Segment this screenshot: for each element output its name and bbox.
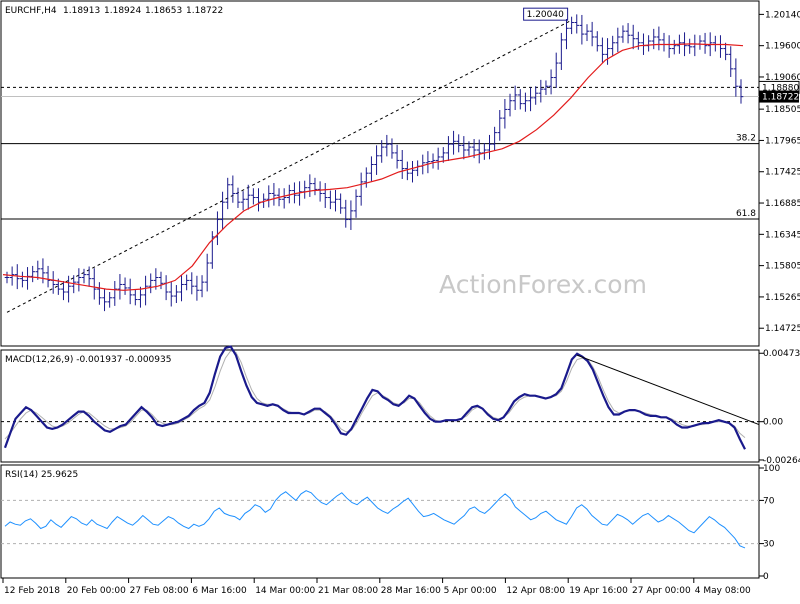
time-tick-label: 28 Mar 16:00 [381, 586, 441, 596]
price-tick-label: 1.16885 [765, 199, 800, 209]
price-tick-label: 1.15265 [765, 293, 800, 303]
macd-label: MACD(12,26,9) -0.001937 -0.000935 [5, 355, 171, 365]
price-tick-label: 1.17425 [765, 168, 800, 178]
macd-tick-label: 0.004733 [763, 349, 800, 359]
time-tick-label: 6 Mar 16:00 [192, 586, 247, 596]
watermark: ActionForex.com [439, 270, 647, 299]
time-tick-label: 20 Feb 00:00 [67, 586, 126, 596]
price-tick-label: 1.15805 [765, 262, 800, 272]
chart-canvas: EURCHF,H4 1.18913 1.18924 1.18653 1.1872… [0, 0, 800, 600]
price-tick-label: 1.19600 [765, 42, 800, 52]
time-tick-label: 4 May 08:00 [695, 586, 751, 596]
price-tick-label: 1.16345 [765, 230, 800, 240]
time-tick-label: 5 Apr 00:00 [444, 586, 497, 596]
rsi-label: RSI(14) 25.9625 [5, 470, 78, 480]
macd-tick-label: 0.00 [763, 418, 783, 428]
price-header-open: 1.18913 [63, 6, 100, 16]
time-tick-label: 12 Apr 08:00 [506, 586, 565, 596]
rsi-tick-label: 0 [763, 572, 769, 582]
rsi-tick-label: 70 [763, 496, 775, 506]
price-header-low: 1.18653 [145, 6, 182, 16]
price-tick-label: 1.18505 [765, 105, 800, 115]
fib-level-label: 61.8 [736, 209, 756, 219]
time-tick-label: 27 Apr 00:00 [632, 586, 691, 596]
eurchf-h4-chart: EURCHF,H4 1.18913 1.18924 1.18653 1.1872… [0, 0, 800, 600]
price-header-close: 1.18722 [186, 6, 223, 16]
time-tick-label: 19 Apr 16:00 [569, 586, 628, 596]
price-tick-label: 1.17965 [765, 136, 800, 146]
price-header-high: 1.18924 [104, 6, 141, 16]
price-tick-label: 1.14725 [765, 324, 800, 334]
peak-label: 1.20040 [527, 10, 564, 20]
rsi-tick-label: 30 [763, 540, 775, 550]
current-price-label: 1.18722 [762, 93, 799, 103]
time-tick-label: 14 Mar 00:00 [255, 586, 315, 596]
time-tick-label: 21 Mar 08:00 [318, 586, 378, 596]
time-tick-label: 27 Feb 08:00 [130, 586, 189, 596]
price-header-symbol: EURCHF,H4 [5, 6, 57, 16]
time-tick-label: 12 Feb 2018 [4, 586, 60, 596]
fib-level-label: 38.2 [736, 134, 756, 144]
price-tick-label: 1.20140 [765, 10, 800, 20]
rsi-tick-label: 100 [763, 464, 780, 474]
